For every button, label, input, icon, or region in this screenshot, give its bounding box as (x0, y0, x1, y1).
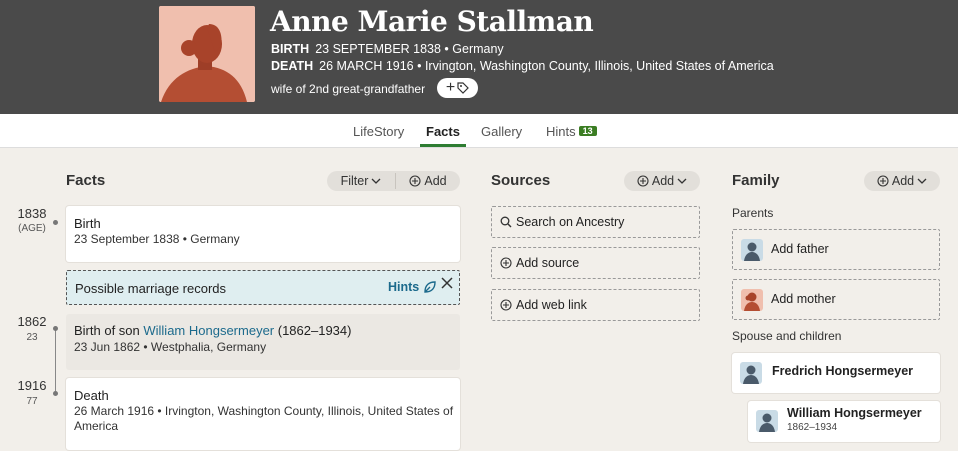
add-source-menu-button[interactable]: Add (624, 171, 700, 191)
death-value: 26 MARCH 1916 • Irvington, Washington Co… (319, 59, 774, 73)
add-tag-button[interactable]: + (437, 78, 478, 98)
death-vital: DEATH 26 MARCH 1916 • Irvington, Washingt… (271, 59, 774, 73)
facts-title: Facts (66, 172, 106, 189)
tab-lifestory[interactable]: LifeStory (353, 124, 404, 139)
fact-detail-cont: America (74, 419, 119, 433)
plus-circle-icon (500, 257, 512, 269)
profile-avatar[interactable] (159, 6, 255, 102)
add-family-menu-button[interactable]: Add (864, 171, 940, 191)
son-years: (1862–1934) (274, 323, 352, 338)
tab-gallery[interactable]: Gallery (481, 124, 522, 139)
marriage-hint-box: Possible marriage records Hints (66, 270, 460, 305)
add-mother-button[interactable]: Add mother (732, 279, 940, 320)
search-icon (500, 216, 512, 228)
hints-link-label: Hints (388, 280, 420, 294)
parents-label: Parents (732, 206, 774, 220)
male-avatar-icon (740, 362, 762, 384)
tab-hints-label: Hints (546, 124, 576, 139)
tab-hints[interactable]: Hints 13 (546, 124, 597, 139)
son-name-link[interactable]: William Hongsermeyer (143, 323, 274, 338)
chevron-down-icon (677, 178, 687, 184)
chevron-down-icon (917, 178, 927, 184)
spouse-card[interactable]: Fredrich Hongsermeyer (732, 353, 940, 393)
hints-count-badge: 13 (578, 126, 597, 136)
spouse-name: Fredrich Hongsermeyer (772, 364, 914, 378)
timeline-year: 1916 (17, 378, 47, 393)
filter-button[interactable]: Filter (327, 171, 395, 191)
timeline-dot (53, 326, 58, 331)
button-label: Add source (516, 256, 580, 270)
female-silhouette-icon (159, 6, 255, 102)
child-card[interactable]: William Hongsermeyer 1862–1934 (748, 401, 940, 442)
spouse-children-label: Spouse and children (732, 329, 842, 343)
plus-icon: + (445, 79, 456, 96)
person-name: Anne Marie Stallman (270, 5, 594, 38)
child-years: 1862–1934 (787, 422, 838, 433)
male-avatar-icon (756, 410, 778, 432)
add-fact-button[interactable]: Add (396, 171, 460, 191)
fact-title: Birth (74, 216, 101, 231)
button-label: Search on Ancestry (516, 215, 625, 229)
add-fact-label: Add (424, 174, 447, 188)
profile-header: Anne Marie Stallman BIRTH 23 SEPTEMBER 18… (0, 0, 958, 114)
search-ancestry-button[interactable]: Search on Ancestry (491, 206, 700, 238)
child-name: William Hongsermeyer (787, 406, 922, 420)
fact-prefix: Birth of son (74, 323, 144, 338)
relationship-text: wife of 2nd great-grandfather (271, 82, 426, 96)
timeline-dot (53, 391, 58, 396)
filter-label: Filter (340, 174, 369, 188)
fact-title: Birth of son William Hongsermeyer (1862–… (74, 323, 351, 338)
death-label: DEATH (271, 59, 314, 73)
plus-circle-icon (409, 175, 421, 187)
fact-detail: 26 March 1916 • Irvington, Washington Co… (74, 404, 454, 418)
add-mother-label: Add mother (771, 292, 836, 306)
tab-bar: LifeStory Facts Gallery Hints 13 (0, 114, 958, 148)
tag-icon (457, 82, 470, 94)
timeline-age: 23 (26, 332, 38, 343)
add-label: Add (891, 174, 915, 188)
add-father-label: Add father (771, 242, 829, 256)
birth-value: 23 SEPTEMBER 1838 • Germany (315, 42, 504, 56)
hints-link[interactable]: Hints (388, 280, 437, 294)
close-icon[interactable] (441, 277, 453, 289)
birth-label: BIRTH (271, 42, 310, 56)
sources-title: Sources (491, 172, 551, 189)
timeline-year: 1862 (17, 314, 47, 329)
tab-facts[interactable]: Facts (426, 124, 460, 139)
timeline-age: (AGE) (18, 223, 46, 234)
chevron-down-icon (371, 178, 381, 184)
plus-circle-icon (637, 175, 649, 187)
plus-circle-icon (500, 299, 512, 311)
timeline-dot (53, 220, 58, 225)
add-father-button[interactable]: Add father (732, 229, 940, 270)
female-avatar-icon (741, 289, 763, 311)
timeline-line (55, 328, 56, 394)
fact-detail: 23 Jun 1862 • Westphalia, Germany (74, 340, 267, 354)
birth-fact-card[interactable]: Birth 23 September 1838 • Germany (66, 206, 460, 262)
timeline-year: 1838 (17, 206, 47, 221)
death-fact-card[interactable]: Death 26 March 1916 • Irvington, Washing… (66, 378, 460, 450)
hint-text: Possible marriage records (75, 281, 227, 296)
button-label: Add web link (516, 298, 587, 312)
add-web-link-button[interactable]: Add web link (491, 289, 700, 321)
add-label: Add (651, 174, 675, 188)
add-source-button[interactable]: Add source (491, 247, 700, 279)
fact-title: Death (74, 388, 109, 403)
birth-vital: BIRTH 23 SEPTEMBER 1838 • Germany (271, 42, 504, 56)
leaf-icon (424, 281, 436, 293)
timeline-age: 77 (26, 396, 38, 407)
family-title: Family (732, 172, 780, 189)
plus-circle-icon (877, 175, 889, 187)
son-birth-fact-card[interactable]: Birth of son William Hongsermeyer (1862–… (66, 314, 460, 370)
active-tab-indicator (420, 144, 466, 147)
male-avatar-icon (741, 239, 763, 261)
fact-detail: 23 September 1838 • Germany (74, 232, 240, 246)
